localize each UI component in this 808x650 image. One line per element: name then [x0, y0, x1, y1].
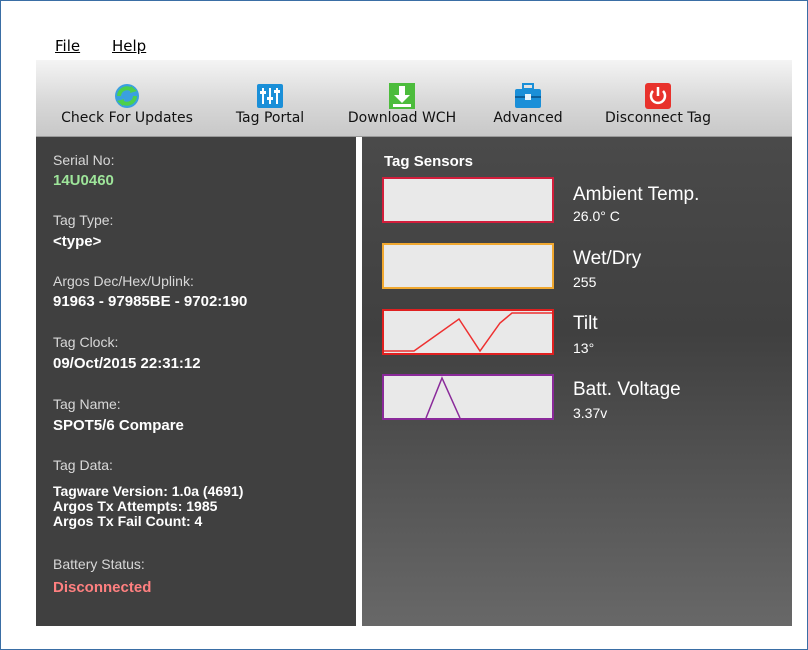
tilt-value: 13° — [573, 340, 595, 356]
tilt-trace — [384, 312, 552, 353]
download-wch-button[interactable]: Download WCH — [336, 60, 468, 136]
batt-voltage-label: Batt. Voltage — [573, 379, 681, 400]
tag-clock-label: Tag Clock: — [53, 334, 119, 350]
ambient-temp-value: 26.0° C — [573, 208, 620, 224]
tag-portal-label: Tag Portal — [235, 110, 305, 126]
wet-dry-graph — [382, 243, 554, 289]
tag-name-value: SPOT5/6 Compare — [53, 417, 184, 434]
tagware-version: Tagware Version: 1.0a (4691) — [53, 483, 244, 499]
advanced-button[interactable]: Advanced — [486, 60, 570, 136]
refresh-globe-icon — [113, 82, 141, 110]
download-wch-label: Download WCH — [347, 110, 457, 126]
argos-value: 91963 - 97985BE - 9702:190 — [53, 293, 248, 310]
tilt-graph — [382, 309, 554, 355]
ambient-temp-label: Ambient Temp. — [573, 184, 700, 205]
menu-bar: File Help — [36, 32, 792, 58]
serial-value: 14U0460 — [53, 172, 114, 189]
tag-type-label: Tag Type: — [53, 212, 114, 228]
batt-voltage-value: 3.37v — [573, 405, 608, 421]
ambient-temp-graph — [382, 177, 554, 223]
disconnect-tag-label: Disconnect Tag — [605, 110, 711, 126]
sliders-icon — [256, 82, 284, 110]
wet-dry-label: Wet/Dry — [573, 248, 642, 269]
tag-type-value: <type> — [53, 233, 102, 250]
batt-voltage-graph — [382, 374, 554, 420]
menu-file-label: File — [55, 37, 81, 55]
battery-status-label: Battery Status: — [53, 556, 145, 572]
argos-tx-fail-count: Argos Tx Fail Count: 4 — [53, 513, 203, 529]
check-updates-label: Check For Updates — [61, 110, 193, 126]
tag-sensors-title: Tag Sensors — [384, 153, 473, 170]
menu-file[interactable]: File — [55, 37, 80, 55]
tag-portal-button[interactable]: Tag Portal — [220, 60, 320, 136]
power-icon — [644, 82, 672, 110]
tag-clock-value: 09/Oct/2015 22:31:12 — [53, 355, 201, 372]
menu-help[interactable]: Help — [112, 37, 146, 55]
menu-help-label: Help — [112, 37, 147, 55]
serial-label: Serial No: — [53, 152, 115, 168]
battery-status-value: Disconnected — [53, 579, 152, 596]
download-icon — [388, 82, 416, 110]
wet-dry-value: 255 — [573, 274, 597, 290]
tag-data-label: Tag Data: — [53, 457, 113, 473]
tag-info-panel: Serial No: 14U0460 Tag Type: <type> Argo… — [36, 137, 356, 626]
toolbox-icon — [514, 82, 542, 110]
tag-sensors-panel: Tag Sensors Ambient Temp. 26.0° C Wet/Dr… — [362, 137, 792, 626]
tag-name-label: Tag Name: — [53, 396, 121, 412]
argos-tx-attempts: Argos Tx Attempts: 1985 — [53, 498, 218, 514]
argos-label: Argos Dec/Hex/Uplink: — [53, 273, 194, 289]
advanced-label: Advanced — [493, 110, 563, 126]
tag-data-lines: Tagware Version: 1.0a (4691) Argos Tx At… — [53, 484, 243, 529]
batt-voltage-trace — [425, 376, 461, 418]
disconnect-tag-button[interactable]: Disconnect Tag — [592, 60, 724, 136]
tilt-label: Tilt — [573, 313, 598, 334]
toolbar: Check For Updates Tag Portal Download WC… — [36, 60, 792, 137]
check-updates-button[interactable]: Check For Updates — [50, 60, 204, 136]
